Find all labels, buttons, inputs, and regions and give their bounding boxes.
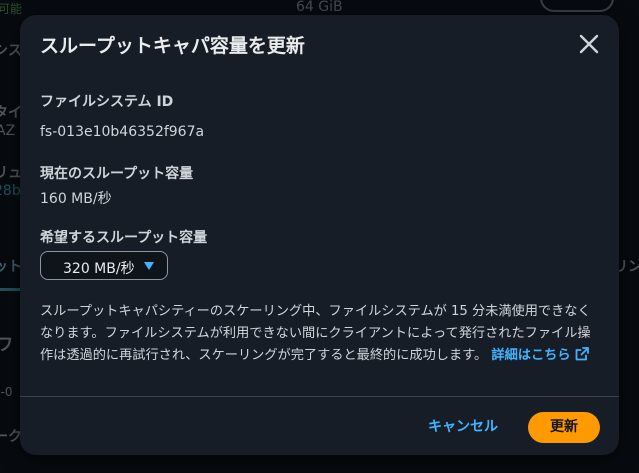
desired-throughput-select[interactable]: 320 MB/秒 <box>40 251 168 280</box>
footer-divider <box>20 396 619 397</box>
cancel-button[interactable]: キャンセル <box>418 412 508 443</box>
close-button[interactable] <box>577 32 601 56</box>
current-throughput-value: 160 MB/秒 <box>40 191 112 207</box>
fs-id-value: fs-013e10b46352f967a <box>40 124 205 140</box>
fs-id-label: ファイルシステム ID <box>40 94 174 110</box>
desired-throughput-value: 320 MB/秒 <box>63 261 135 277</box>
close-icon <box>579 34 599 54</box>
scaling-warning: スループットキャパシティーのスケーリング中、ファイルシステムが 15 分未満使用… <box>40 301 600 367</box>
caret-down-icon <box>144 262 154 270</box>
learn-more-label: 詳細はこちら <box>491 348 571 363</box>
desired-throughput-label: 希望するスループット容量 <box>40 230 208 246</box>
modal-title: スループットキャパ容量を更新 <box>40 35 305 57</box>
learn-more-link[interactable]: 詳細はこちら <box>491 347 589 363</box>
external-link-icon <box>575 347 589 361</box>
current-throughput-label: 現在のスループット容量 <box>40 166 194 182</box>
update-button[interactable]: 更新 <box>528 412 600 443</box>
update-throughput-modal: スループットキャパ容量を更新 ファイルシステム ID fs-013e10b463… <box>20 15 619 455</box>
modal-header: スループットキャパ容量を更新 <box>20 15 619 73</box>
